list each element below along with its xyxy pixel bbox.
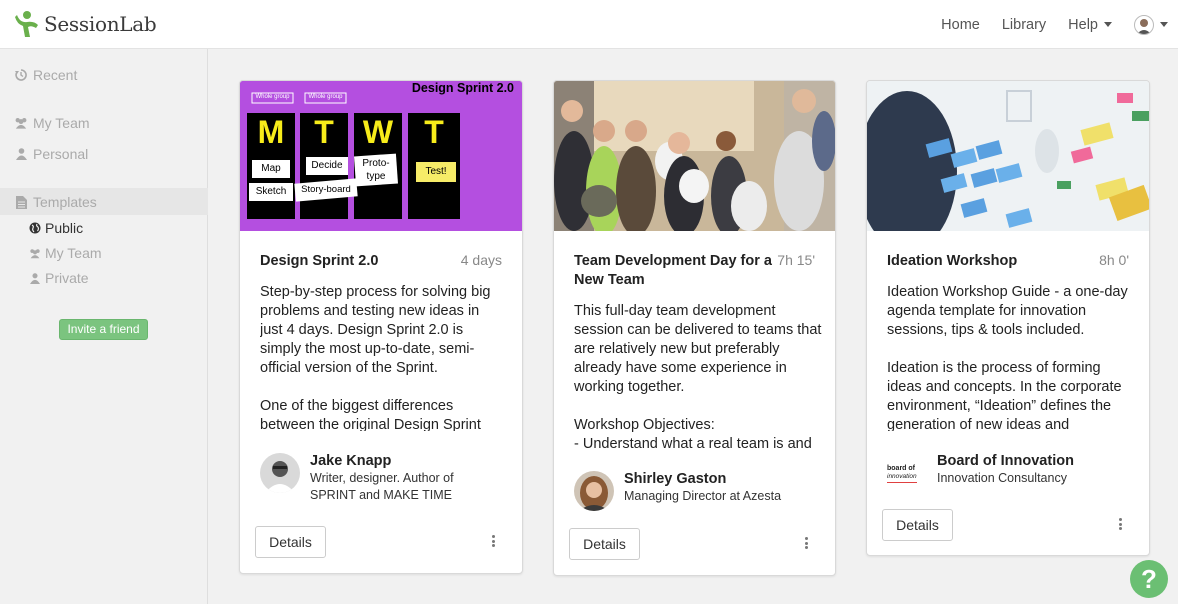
details-button[interactable]: Details bbox=[882, 509, 953, 541]
chevron-down-icon bbox=[1160, 22, 1168, 27]
logo-line: board of bbox=[887, 464, 915, 472]
nav-help[interactable]: Help bbox=[1068, 17, 1112, 33]
logo-line: innovation bbox=[887, 472, 917, 480]
sidebar-item-my-team[interactable]: My Team bbox=[14, 115, 90, 131]
card-author: Jake Knapp Writer, designer. Author of S… bbox=[260, 453, 485, 504]
image-letter: M bbox=[257, 114, 285, 150]
card-title[interactable]: Ideation Workshop bbox=[887, 252, 1067, 271]
sidebar: Recent My Team Personal Templates Public… bbox=[0, 49, 208, 604]
author-avatar bbox=[260, 453, 300, 493]
author-role: Innovation Consultancy bbox=[937, 471, 1067, 485]
image-letter: T bbox=[314, 114, 334, 150]
sidebar-item-label: Personal bbox=[33, 146, 89, 162]
card-image: Design Sprint 2.0 Whole group Whole grou… bbox=[240, 81, 522, 231]
sidebar-item-label: Recent bbox=[33, 67, 78, 83]
users-icon bbox=[29, 248, 41, 259]
card-duration: 8h 0' bbox=[1099, 252, 1129, 268]
card-description: This full-day team development session c… bbox=[574, 303, 822, 450]
history-icon bbox=[14, 69, 28, 81]
image-tag: Whole group bbox=[255, 94, 290, 100]
users-icon bbox=[14, 117, 28, 129]
card-description: Step-by-step process for solving big pro… bbox=[260, 284, 491, 431]
card-image bbox=[554, 81, 835, 231]
image-note: Test! bbox=[425, 166, 447, 177]
sidebar-item-label: My Team bbox=[33, 115, 90, 131]
image-note: Decide bbox=[311, 160, 343, 171]
globe-icon bbox=[29, 222, 41, 234]
template-card[interactable]: Team Development Day for a New Team 7h 1… bbox=[553, 80, 836, 576]
image-tag: Whole group bbox=[308, 94, 343, 100]
author-role: Writer, designer. Author of SPRINT and M… bbox=[310, 471, 454, 502]
author-name[interactable]: Jake Knapp bbox=[310, 453, 485, 470]
sidebar-sub-my-team[interactable]: My Team bbox=[29, 245, 102, 261]
invite-friend-button[interactable]: Invite a friend bbox=[59, 319, 148, 340]
image-letter: W bbox=[362, 114, 394, 150]
sidebar-sub-label: Public bbox=[45, 220, 84, 236]
card-author: Shirley Gaston Managing Director at Azes… bbox=[574, 471, 814, 511]
sidebar-sub-label: My Team bbox=[45, 245, 102, 261]
sidebar-item-label: Templates bbox=[33, 194, 97, 210]
image-note: Map bbox=[261, 163, 281, 174]
template-card[interactable]: Ideation Workshop 8h 0' Ideation Worksho… bbox=[866, 80, 1150, 556]
details-button[interactable]: Details bbox=[255, 526, 326, 558]
sidebar-item-personal[interactable]: Personal bbox=[14, 146, 88, 162]
image-heading: Design Sprint 2.0 bbox=[411, 81, 514, 95]
card-image bbox=[867, 81, 1149, 231]
user-icon bbox=[29, 272, 41, 284]
sidebar-sub-private[interactable]: Private bbox=[29, 270, 89, 286]
user-icon bbox=[14, 148, 28, 160]
user-menu[interactable] bbox=[1134, 14, 1168, 35]
author-role: Managing Director at Azesta bbox=[624, 489, 782, 503]
sessionlab-logo[interactable]: SessionLab bbox=[14, 9, 157, 39]
help-button[interactable]: ? bbox=[1130, 560, 1168, 598]
sidebar-item-templates[interactable]: Templates bbox=[14, 194, 97, 210]
sidebar-sub-label: Private bbox=[45, 270, 89, 286]
image-note: Story-board bbox=[301, 184, 351, 195]
sidebar-item-recent[interactable]: Recent bbox=[14, 67, 77, 83]
sidebar-sub-public[interactable]: Public bbox=[29, 220, 83, 236]
image-letter: T bbox=[424, 114, 444, 150]
author-avatar bbox=[574, 471, 614, 511]
logo-text: SessionLab bbox=[44, 12, 157, 36]
card-duration: 7h 15' bbox=[777, 252, 815, 268]
chevron-down-icon bbox=[1104, 22, 1112, 27]
card-title[interactable]: Design Sprint 2.0 bbox=[260, 252, 440, 271]
image-note: Proto-type bbox=[362, 158, 390, 182]
author-name[interactable]: Shirley Gaston bbox=[624, 471, 814, 488]
logo-underline bbox=[887, 481, 917, 484]
nav-home[interactable]: Home bbox=[941, 17, 980, 33]
more-options-icon[interactable] bbox=[805, 537, 809, 549]
author-name[interactable]: Board of Innovation bbox=[937, 453, 1112, 470]
more-options-icon[interactable] bbox=[492, 535, 496, 547]
board-of-innovation-logo: board of innovation bbox=[887, 453, 927, 493]
user-avatar bbox=[1134, 14, 1154, 35]
document-icon bbox=[14, 195, 28, 209]
more-options-icon[interactable] bbox=[1119, 518, 1123, 530]
card-description: Ideation Workshop Guide - a one-day agen… bbox=[887, 284, 1128, 431]
template-card[interactable]: Design Sprint 2.0 Whole group Whole grou… bbox=[239, 80, 523, 574]
logo-figure-icon bbox=[15, 11, 38, 37]
nav-help-label: Help bbox=[1068, 16, 1098, 33]
details-button[interactable]: Details bbox=[569, 528, 640, 560]
card-author: board of innovation Board of Innovation … bbox=[887, 453, 1112, 493]
main-nav: Home Library Help bbox=[919, 0, 1168, 49]
top-navbar: SessionLab Home Library Help bbox=[0, 0, 1178, 49]
card-title[interactable]: Team Development Day for a New Team bbox=[574, 252, 779, 290]
nav-library[interactable]: Library bbox=[1002, 17, 1046, 33]
card-duration: 4 days bbox=[460, 252, 502, 268]
image-note: Sketch bbox=[255, 186, 287, 197]
